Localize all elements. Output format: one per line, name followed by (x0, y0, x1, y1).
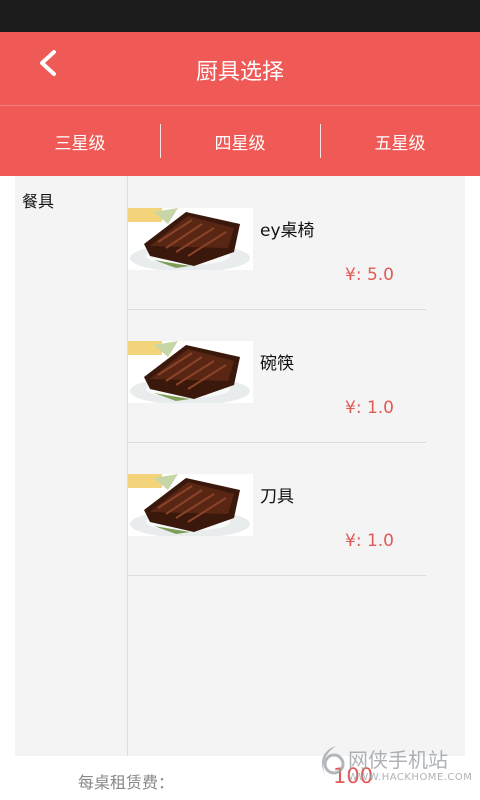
page-title: 厨具选择 (195, 60, 284, 85)
watermark-url: WWW.HACKHOME.COM (348, 772, 473, 783)
product-name: 碗筷 (260, 354, 294, 374)
product-price: ¥: 1.0 (345, 531, 394, 551)
watermark: 网侠手机站 WWW.HACKHOME.COM (314, 736, 480, 798)
product-price: ¥: 1.0 (345, 398, 394, 418)
product-name: 刀具 (260, 487, 294, 507)
watermark-name: 网侠手机站 (348, 748, 448, 772)
product-image (128, 474, 253, 536)
product-list: ey桌椅 ¥: 5.0 碗筷 ¥: 1.0 刀具 ¥: 1.0 (128, 176, 465, 756)
main-content: 餐具 ey桌椅 ¥: 5.0 碗筷 ¥: 1.0 刀具 ¥: 1.0 (15, 176, 465, 756)
list-item[interactable]: 碗筷 ¥: 1.0 (128, 309, 426, 443)
tab-three-star[interactable]: 三星级 (0, 106, 160, 176)
category-sidebar: 餐具 (15, 176, 128, 756)
tab-four-star[interactable]: 四星级 (160, 106, 320, 176)
product-price: ¥: 5.0 (345, 265, 394, 285)
product-image (128, 208, 253, 270)
product-image (128, 341, 253, 403)
watermark-logo-icon (321, 746, 345, 776)
star-level-tabs: 三星级 四星级 五星级 (0, 105, 480, 176)
sidebar-item-tableware[interactable]: 餐具 (22, 188, 54, 212)
tab-five-star[interactable]: 五星级 (320, 106, 480, 176)
list-item[interactable]: 刀具 ¥: 1.0 (128, 442, 426, 576)
app-header: 厨具选择 (0, 32, 480, 105)
rental-fee-label: 每桌租赁费： (78, 773, 175, 792)
status-bar (0, 0, 480, 32)
product-name: ey桌椅 (260, 221, 315, 241)
list-item[interactable]: ey桌椅 ¥: 5.0 (128, 176, 426, 310)
